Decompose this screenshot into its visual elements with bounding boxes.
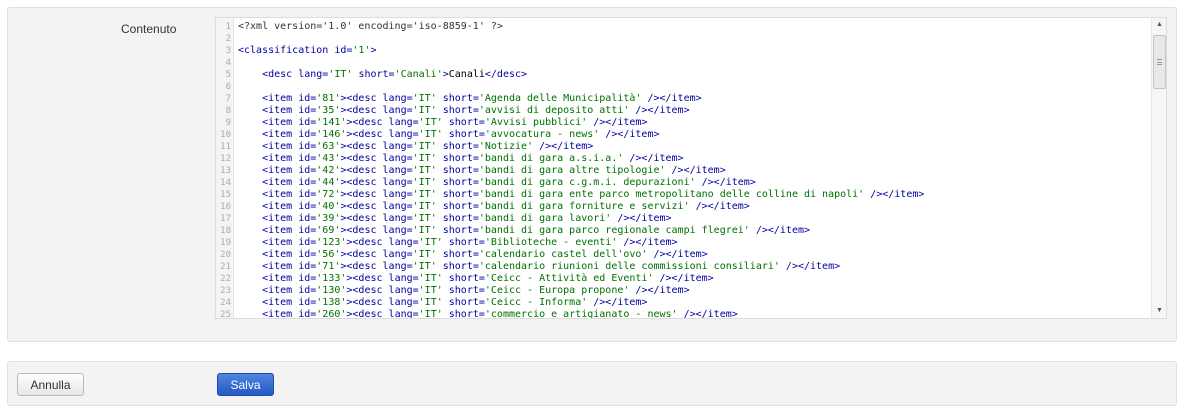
save-button[interactable]: Salva <box>217 373 274 396</box>
code-text: <item id='40'><desc lang='IT' short='ban… <box>238 201 750 212</box>
line-number: 6 <box>225 82 231 92</box>
xml-code-editor[interactable]: 1 <?xml version='1.0' encoding='iso-8859-… <box>215 17 1167 319</box>
line-number: 4 <box>225 58 231 68</box>
line-number: 1 <box>225 22 231 32</box>
line-number: 16 <box>220 202 231 212</box>
code-line: 19 <item id='123'><desc lang='IT' short=… <box>216 237 1152 249</box>
scroll-down-icon[interactable]: ▼ <box>1152 304 1166 318</box>
code-line: 8 <item id='35'><desc lang='IT' short='a… <box>216 105 1152 117</box>
line-number: 10 <box>220 130 231 140</box>
line-number: 21 <box>220 262 231 272</box>
line-number: 18 <box>220 226 231 236</box>
code-text: <item id='71'><desc lang='IT' short='cal… <box>238 261 841 272</box>
code-line: 12 <item id='43'><desc lang='IT' short='… <box>216 153 1152 165</box>
code-line: 4 <box>216 57 1152 69</box>
code-line: 22 <item id='133'><desc lang='IT' short=… <box>216 273 1152 285</box>
code-line: 14 <item id='44'><desc lang='IT' short='… <box>216 177 1152 189</box>
line-number: 8 <box>225 106 231 116</box>
line-number: 15 <box>220 190 231 200</box>
code-text: <item id='69'><desc lang='IT' short='ban… <box>238 225 811 236</box>
line-number: 25 <box>220 310 231 319</box>
code-text: <item id='141'><desc lang='IT' short='Av… <box>238 117 648 128</box>
content-panel: Contenuto 1 <?xml version='1.0' encoding=… <box>7 7 1177 342</box>
code-text: <?xml version='1.0' encoding='iso-8859-1… <box>238 21 503 32</box>
line-number: 22 <box>220 274 231 284</box>
code-line: 9 <item id='141'><desc lang='IT' short='… <box>216 117 1152 129</box>
code-text: <desc lang='IT' short='Canali'>Canali</d… <box>238 69 528 80</box>
code-text: <item id='81'><desc lang='IT' short='Age… <box>238 93 702 104</box>
code-line: 16 <item id='40'><desc lang='IT' short='… <box>216 201 1152 213</box>
code-line: 23 <item id='130'><desc lang='IT' short=… <box>216 285 1152 297</box>
code-text: <item id='138'><desc lang='IT' short='Ce… <box>238 297 648 308</box>
code-text: <item id='260'><desc lang='IT' short='co… <box>238 309 738 319</box>
code-line: 3 <classification id='1'> <box>216 45 1152 57</box>
line-number: 23 <box>220 286 231 296</box>
code-line: 24 <item id='138'><desc lang='IT' short=… <box>216 297 1152 309</box>
code-line: 11 <item id='63'><desc lang='IT' short='… <box>216 141 1152 153</box>
code-line: 17 <item id='39'><desc lang='IT' short='… <box>216 213 1152 225</box>
form-actions-bar: Annulla Salva <box>7 361 1177 406</box>
line-number: 20 <box>220 250 231 260</box>
code-text: <classification id='1'> <box>238 45 377 56</box>
line-number: 12 <box>220 154 231 164</box>
code-text: <item id='42'><desc lang='IT' short='ban… <box>238 165 726 176</box>
code-line: 18 <item id='69'><desc lang='IT' short='… <box>216 225 1152 237</box>
content-label: Contenuto <box>121 22 177 36</box>
line-number: 7 <box>225 94 231 104</box>
code-text: <item id='44'><desc lang='IT' short='ban… <box>238 177 756 188</box>
code-text: <item id='56'><desc lang='IT' short='cal… <box>238 249 708 260</box>
line-number: 24 <box>220 298 231 308</box>
code-text: <item id='63'><desc lang='IT' short='Not… <box>238 141 594 152</box>
line-number: 14 <box>220 178 231 188</box>
code-line: 10 <item id='146'><desc lang='IT' short=… <box>216 129 1152 141</box>
line-number: 19 <box>220 238 231 248</box>
cancel-button[interactable]: Annulla <box>17 373 84 396</box>
code-line: 25 <item id='260'><desc lang='IT' short=… <box>216 309 1152 319</box>
code-text: <item id='123'><desc lang='IT' short='Bi… <box>238 237 678 248</box>
code-text: <item id='43'><desc lang='IT' short='ban… <box>238 153 684 164</box>
code-line: 5 <desc lang='IT' short='Canali'>Canali<… <box>216 69 1152 81</box>
code-text: <item id='133'><desc lang='IT' short='Ce… <box>238 273 714 284</box>
code-text: <item id='39'><desc lang='IT' short='ban… <box>238 213 672 224</box>
line-number: 3 <box>225 46 231 56</box>
code-text: <item id='72'><desc lang='IT' short='ban… <box>238 189 925 200</box>
scroll-thumb[interactable] <box>1153 35 1166 89</box>
line-number: 13 <box>220 166 231 176</box>
code-line: 2 <box>216 33 1152 45</box>
grip-icon <box>1157 59 1162 65</box>
code-line: 21 <item id='71'><desc lang='IT' short='… <box>216 261 1152 273</box>
line-number: 2 <box>225 34 231 44</box>
code-line: 6 <box>216 81 1152 93</box>
line-number: 5 <box>225 70 231 80</box>
line-number: 11 <box>220 142 231 152</box>
code-text: <item id='35'><desc lang='IT' short='avv… <box>238 105 690 116</box>
code-lines: 1 <?xml version='1.0' encoding='iso-8859-… <box>216 21 1152 319</box>
code-line: 15 <item id='72'><desc lang='IT' short='… <box>216 189 1152 201</box>
scroll-up-icon[interactable]: ▲ <box>1152 18 1166 32</box>
code-text: <item id='146'><desc lang='IT' short='av… <box>238 129 660 140</box>
code-line: 20 <item id='56'><desc lang='IT' short='… <box>216 249 1152 261</box>
line-number: 17 <box>220 214 231 224</box>
line-number: 9 <box>225 118 231 128</box>
code-line: 13 <item id='42'><desc lang='IT' short='… <box>216 165 1152 177</box>
code-line: 7 <item id='81'><desc lang='IT' short='A… <box>216 93 1152 105</box>
code-line: 1 <?xml version='1.0' encoding='iso-8859-… <box>216 21 1152 33</box>
editor-scrollbar[interactable]: ▲ ▼ <box>1151 18 1166 318</box>
code-text: <item id='130'><desc lang='IT' short='Ce… <box>238 285 690 296</box>
